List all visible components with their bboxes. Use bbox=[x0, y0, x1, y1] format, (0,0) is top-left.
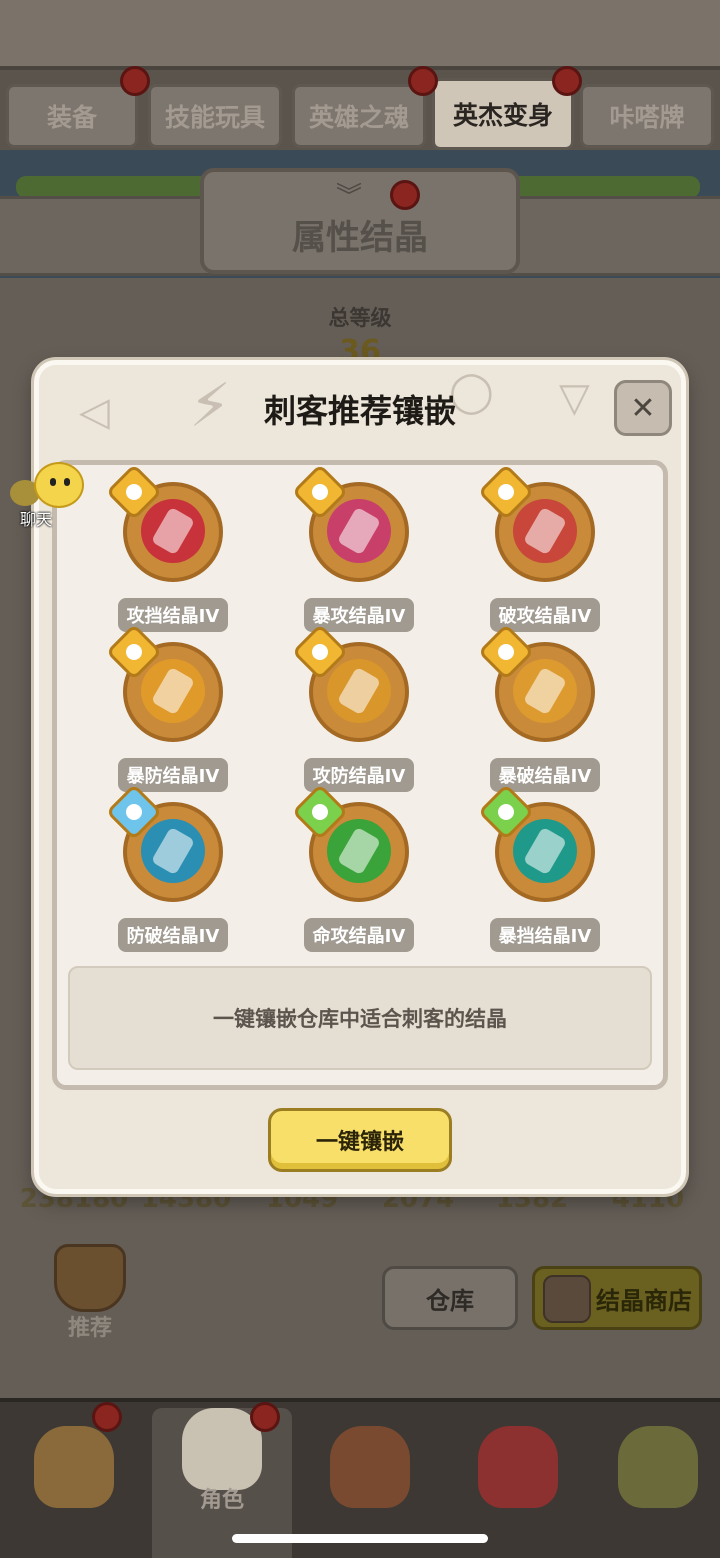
close-icon: ✕ bbox=[630, 390, 656, 426]
crystal-item[interactable] bbox=[477, 463, 600, 588]
crystal-shine bbox=[522, 506, 568, 556]
crystal-name-label: 暴挡结晶IV bbox=[490, 918, 600, 952]
recommend-label: 推荐 bbox=[67, 1316, 112, 1341]
badge-symbol bbox=[312, 804, 328, 820]
crystal-gem-icon bbox=[513, 499, 577, 563]
crystal-gem-icon bbox=[141, 819, 205, 883]
description-text: 一键镶嵌仓库中适合刺客的结晶 bbox=[213, 1007, 507, 1031]
auto-inlay-button[interactable]: 一键镶嵌 bbox=[268, 1108, 452, 1172]
tab-hero-transform[interactable]: 英杰变身 bbox=[432, 78, 574, 150]
crystal-shine bbox=[336, 826, 382, 876]
close-button[interactable]: ✕ bbox=[614, 380, 672, 436]
alert-bell-icon bbox=[120, 66, 150, 96]
crystal-name-label: 防破结晶IV bbox=[118, 918, 228, 952]
crystal-item[interactable] bbox=[105, 623, 228, 748]
crystal-name-label: 命攻结晶IV bbox=[304, 918, 414, 952]
hero-tribal-icon bbox=[618, 1426, 698, 1508]
crystal-shop-label: 结晶商店 bbox=[596, 1286, 692, 1315]
crystal-item[interactable] bbox=[291, 783, 414, 908]
grass-decoration bbox=[16, 176, 216, 198]
alert-bell-icon bbox=[390, 180, 420, 210]
crystal-gem-icon bbox=[141, 659, 205, 723]
badge-symbol bbox=[312, 484, 328, 500]
auto-inlay-description: 一键镶嵌仓库中适合刺客的结晶 bbox=[68, 966, 652, 1070]
badge-symbol bbox=[126, 644, 142, 660]
badge-symbol bbox=[126, 484, 142, 500]
modal-title: 刺客推荐镶嵌 bbox=[263, 392, 456, 430]
badge-symbol bbox=[498, 484, 514, 500]
crystal-gem-icon bbox=[327, 499, 391, 563]
tab-click-cards[interactable]: 咔嗒牌 bbox=[580, 84, 714, 148]
badge-symbol bbox=[498, 804, 514, 820]
chat-label: 聊天 bbox=[20, 510, 53, 529]
crystal-gem-icon bbox=[327, 659, 391, 723]
hero-beast-icon bbox=[34, 1426, 114, 1508]
crystal-gem-icon bbox=[141, 499, 205, 563]
recommend-button[interactable]: 推荐 bbox=[40, 1240, 140, 1341]
badge-symbol bbox=[126, 804, 142, 820]
crystal-item[interactable] bbox=[477, 783, 600, 908]
crystal-gem-icon bbox=[513, 659, 577, 723]
nav-label: 角色 bbox=[199, 1488, 244, 1513]
alert-bell-icon bbox=[250, 1402, 280, 1432]
warehouse-label: 仓库 bbox=[426, 1286, 474, 1315]
tab-label: 装备 bbox=[46, 103, 97, 132]
tab-label: 英雄之魂 bbox=[308, 103, 409, 132]
crystal-item[interactable] bbox=[291, 463, 414, 588]
crystal-shine bbox=[522, 666, 568, 716]
nav-item-tribal[interactable] bbox=[588, 1408, 720, 1558]
eye bbox=[50, 478, 56, 486]
total-level-label: 总等级 bbox=[328, 306, 392, 330]
crystal-shine bbox=[150, 666, 196, 716]
tab-bar: 装备 技能玩具 英雄之魂 英杰变身 咔嗒牌 bbox=[0, 66, 720, 150]
tab-label: 咔嗒牌 bbox=[609, 103, 685, 132]
chat-button[interactable]: 聊天 bbox=[6, 462, 86, 529]
alert-bell-icon bbox=[552, 66, 582, 96]
tab-label: 技能玩具 bbox=[164, 103, 265, 132]
auto-inlay-label: 一键镶嵌 bbox=[315, 1130, 404, 1155]
eye bbox=[64, 478, 70, 486]
hero-totem-icon bbox=[330, 1426, 410, 1508]
shop-merchant-icon bbox=[543, 1275, 591, 1323]
crystal-shop-button[interactable]: 结晶商店 bbox=[532, 1266, 702, 1330]
crystal-item[interactable] bbox=[105, 783, 228, 908]
tab-equipment[interactable]: 装备 bbox=[6, 84, 138, 148]
crystal-item[interactable] bbox=[105, 463, 228, 588]
nav-item-beast[interactable] bbox=[4, 1408, 144, 1558]
crystal-gem-icon bbox=[327, 819, 391, 883]
tab-skill-toys[interactable]: 技能玩具 bbox=[148, 84, 282, 148]
crystal-item[interactable] bbox=[477, 623, 600, 748]
crystal-gem-icon bbox=[513, 819, 577, 883]
hero-dragon-icon bbox=[478, 1426, 558, 1508]
chevron-down-double-icon[interactable]: ︾ bbox=[336, 176, 362, 213]
crystal-item[interactable] bbox=[291, 623, 414, 748]
badge-symbol bbox=[498, 644, 514, 660]
alert-bell-icon bbox=[92, 1402, 122, 1432]
tab-hero-soul[interactable]: 英雄之魂 bbox=[292, 84, 426, 148]
crystal-shine bbox=[336, 506, 382, 556]
top-status-area bbox=[0, 0, 720, 66]
home-indicator[interactable] bbox=[232, 1534, 488, 1543]
badge-symbol bbox=[312, 644, 328, 660]
crystal-shine bbox=[150, 506, 196, 556]
section-title: 属性结晶 bbox=[292, 218, 428, 258]
recommend-emblem-icon bbox=[54, 1244, 126, 1312]
warehouse-button[interactable]: 仓库 bbox=[382, 1266, 518, 1330]
crystal-shine bbox=[522, 826, 568, 876]
grass-decoration bbox=[500, 176, 700, 198]
tab-label: 英杰变身 bbox=[452, 101, 553, 130]
chat-bubble-icon bbox=[34, 462, 84, 508]
crystal-shine bbox=[150, 826, 196, 876]
crystal-shine bbox=[336, 666, 382, 716]
alert-bell-icon bbox=[408, 66, 438, 96]
